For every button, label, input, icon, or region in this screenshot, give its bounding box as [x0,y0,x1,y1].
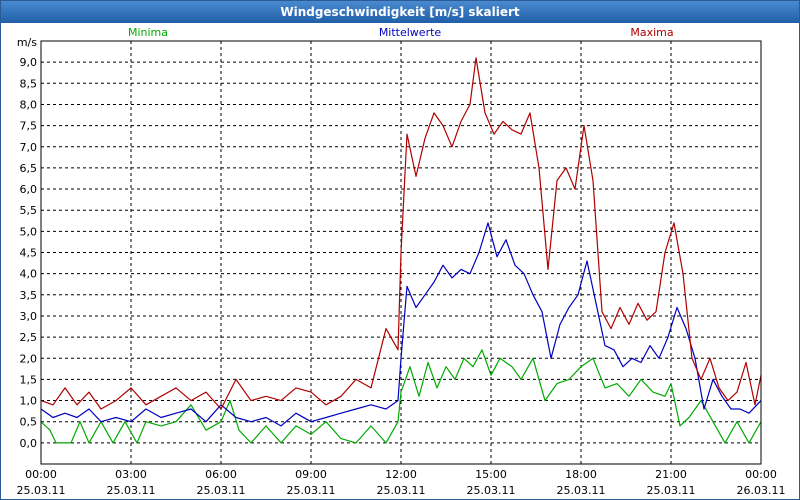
x-tick-date-label: 25.03.11 [287,484,336,497]
x-tick-time-label: 03:00 [115,468,147,481]
y-tick-label: 3,0 [20,310,38,323]
x-tick-time-label: 12:00 [385,468,417,481]
legend-entry-mittelwerte: Mittelwerte [379,26,442,39]
y-tick-label: 2,5 [20,331,38,344]
x-tick-time-label: 09:00 [295,468,327,481]
y-tick-label: 7,0 [20,141,38,154]
x-tick-date-label: 25.03.11 [17,484,66,497]
y-tick-label: 6,5 [20,162,38,175]
x-tick-time-label: 21:00 [655,468,687,481]
y-tick-label: 0,5 [20,416,38,429]
y-axis-unit-label: m/s [17,36,37,49]
x-tick-date-label: 25.03.11 [557,484,606,497]
y-tick-label: 7,5 [20,120,38,133]
y-tick-label: 4,5 [20,247,38,260]
legend: Minima Mittelwerte Maxima [128,26,674,39]
y-tick-label: 3,5 [20,289,38,302]
x-tick-date-label: 25.03.11 [467,484,516,497]
y-tick-label: 1,0 [20,395,38,408]
x-tick-time-label: 15:00 [475,468,507,481]
y-tick-label: 0,0 [20,437,38,450]
x-tick-date-label: 25.03.11 [377,484,426,497]
x-tick-date-label: 25.03.11 [197,484,246,497]
x-tick-time-label: 00:00 [745,468,777,481]
y-tick-label: 8,0 [20,98,38,111]
legend-entry-maxima: Maxima [630,26,673,39]
chart-area: 0,0 0,5 1,0 1,5 2,0 2,5 3,0 3,5 4,0 4,5 5,0 5,5 6,0 6… [17,26,786,497]
y-tick-label: 8,5 [20,77,38,90]
y-tick-label: 9,0 [20,56,38,69]
y-tick-label: 6,0 [20,183,38,196]
y-tick-label: 5,0 [20,225,38,238]
chart-window: Windgeschwindigkeit [m/s] skaliert 0,0 0,… [0,0,800,500]
x-tick-date-label: 25.03.11 [107,484,156,497]
y-tick-label: 4,0 [20,268,38,281]
y-tick-label: 1,5 [20,373,38,386]
x-tick-date-label: 25.03.11 [647,484,696,497]
y-tick-label: 5,5 [20,204,38,217]
x-tick-time-label: 06:00 [205,468,237,481]
x-tick-time-label: 00:00 [25,468,57,481]
y-tick-label: 2,0 [20,352,38,365]
x-tick-date-label: 26.03.11 [737,484,786,497]
window-title: Windgeschwindigkeit [m/s] skaliert [1,1,799,23]
x-tick-time-label: 18:00 [565,468,597,481]
legend-entry-minima: Minima [128,26,168,39]
